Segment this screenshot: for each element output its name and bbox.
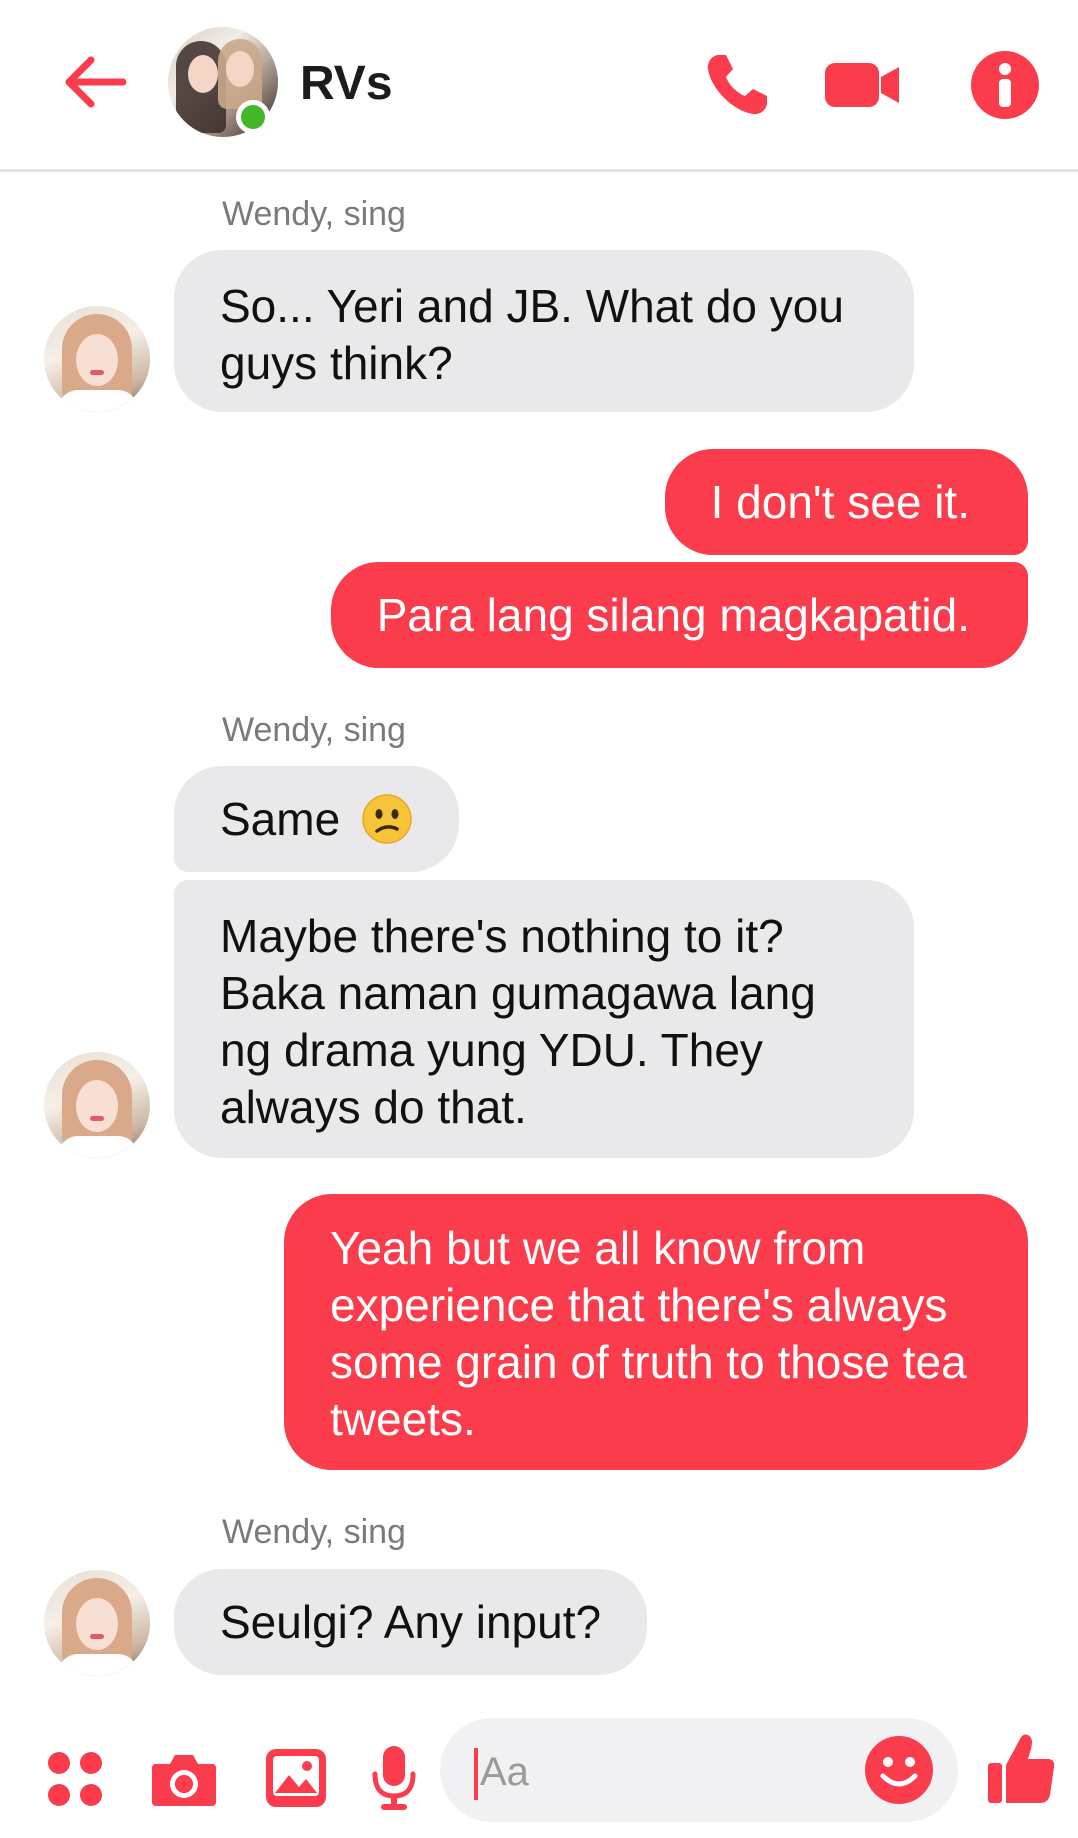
incoming-message[interactable]: So... Yeri and JB. What do you guys thin…: [174, 250, 914, 412]
like-button[interactable]: [986, 1730, 1056, 1806]
message-text: Seulgi? Any input?: [220, 1596, 602, 1648]
video-call-button[interactable]: [820, 44, 906, 126]
message-text: So... Yeri and JB. What do you guys thin…: [220, 280, 844, 389]
chat-header: RVs: [0, 0, 1078, 172]
microphone-icon: [372, 1746, 416, 1810]
voice-call-button[interactable]: [696, 44, 778, 126]
back-button[interactable]: [58, 48, 130, 116]
sender-name: Wendy, sing: [222, 711, 406, 749]
text-caret: [474, 1748, 478, 1800]
emoji-icon: [865, 1736, 933, 1804]
online-status-dot: [236, 100, 270, 134]
gallery-button[interactable]: [258, 1742, 334, 1814]
camera-icon: [152, 1755, 216, 1806]
avatar[interactable]: [44, 1570, 150, 1676]
outgoing-message[interactable]: Para lang silang magkapatid.: [330, 562, 1028, 668]
thumbs-up-icon: [988, 1734, 1055, 1803]
back-arrow-icon: [65, 56, 127, 108]
message-text: Para lang silang magkapatid.: [376, 589, 970, 641]
microphone-button[interactable]: [366, 1742, 422, 1816]
info-button[interactable]: [964, 44, 1046, 126]
info-icon: [971, 51, 1039, 119]
chat-title[interactable]: RVs: [300, 52, 393, 116]
message-input-placeholder: Aa: [480, 1750, 529, 1794]
outgoing-message[interactable]: I don't see it.: [664, 449, 1028, 555]
sender-name: Wendy, sing: [222, 1513, 406, 1551]
camera-button[interactable]: [146, 1744, 222, 1814]
incoming-message[interactable]: Same: [174, 766, 459, 872]
emoji-button[interactable]: [862, 1733, 936, 1807]
phone-icon: [707, 55, 767, 115]
sender-name: Wendy, sing: [222, 195, 406, 233]
message-text: Maybe there's nothing to it? Baka naman …: [220, 910, 816, 1133]
incoming-message[interactable]: Maybe there's nothing to it? Baka naman …: [174, 880, 914, 1158]
incoming-message[interactable]: Seulgi? Any input?: [174, 1569, 648, 1675]
confused-face-emoji: [362, 794, 412, 844]
message-input[interactable]: Aa: [440, 1718, 958, 1822]
more-apps-icon: [48, 1752, 102, 1806]
message-text: Yeah but we all know from experience tha…: [330, 1222, 967, 1445]
outgoing-message[interactable]: Yeah but we all know from experience tha…: [284, 1194, 1028, 1470]
message-composer: Aa: [0, 1700, 1078, 1838]
message-text: I don't see it.: [710, 476, 970, 528]
more-apps-button[interactable]: [40, 1744, 110, 1814]
avatar[interactable]: [44, 1052, 150, 1158]
video-camera-icon: [825, 63, 899, 107]
avatar[interactable]: [44, 306, 150, 412]
gallery-icon: [266, 1749, 326, 1807]
message-text: Same: [220, 793, 341, 845]
